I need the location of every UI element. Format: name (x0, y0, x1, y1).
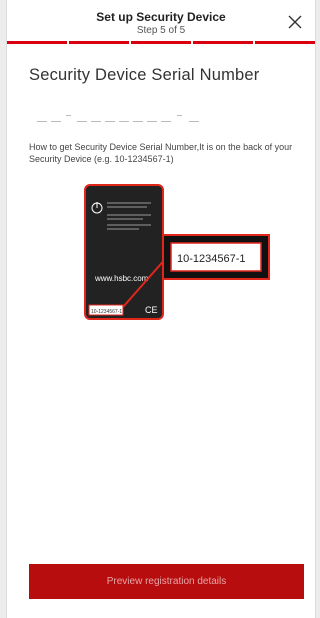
section-title: Security Device Serial Number (29, 66, 260, 84)
progress-step (193, 41, 253, 44)
progress-step (69, 41, 129, 44)
ce-mark: CE (145, 305, 158, 315)
serial-slot (119, 121, 129, 122)
serial-number-input[interactable] (29, 104, 299, 124)
serial-slot (37, 121, 47, 122)
help-text: How to get Security Device Serial Number… (29, 142, 293, 164)
progress-step (255, 41, 315, 44)
serial-slot (147, 121, 157, 122)
serial-slot (189, 121, 199, 122)
close-icon[interactable] (287, 14, 303, 30)
serial-callout: 10-1234567-1 (177, 253, 246, 265)
progress-step (7, 41, 67, 44)
step-indicator: Step 5 of 5 (136, 25, 186, 36)
serial-slot (77, 121, 87, 122)
serial-separator (66, 115, 71, 116)
serial-slot (133, 121, 143, 122)
page-title: Set up Security Device (96, 10, 226, 24)
header: Set up Security Device Step 5 of 5 (7, 0, 315, 42)
device-website: www.hsbc.com (94, 274, 149, 283)
security-device-image: www.hsbc.com 10-1234567-1 CE 10-1234567-… (84, 184, 270, 320)
preview-registration-button[interactable]: Preview registration details (29, 564, 304, 599)
serial-slot (51, 121, 61, 122)
serial-separator (177, 115, 182, 116)
device-back-serial: 10-1234567-1 (91, 309, 122, 315)
progress-step (131, 41, 191, 44)
serial-slot (91, 121, 101, 122)
serial-slot (105, 121, 115, 122)
serial-slot (161, 121, 171, 122)
progress-bar (7, 41, 315, 44)
setup-panel: Set up Security Device Step 5 of 5 Secur… (6, 0, 316, 618)
